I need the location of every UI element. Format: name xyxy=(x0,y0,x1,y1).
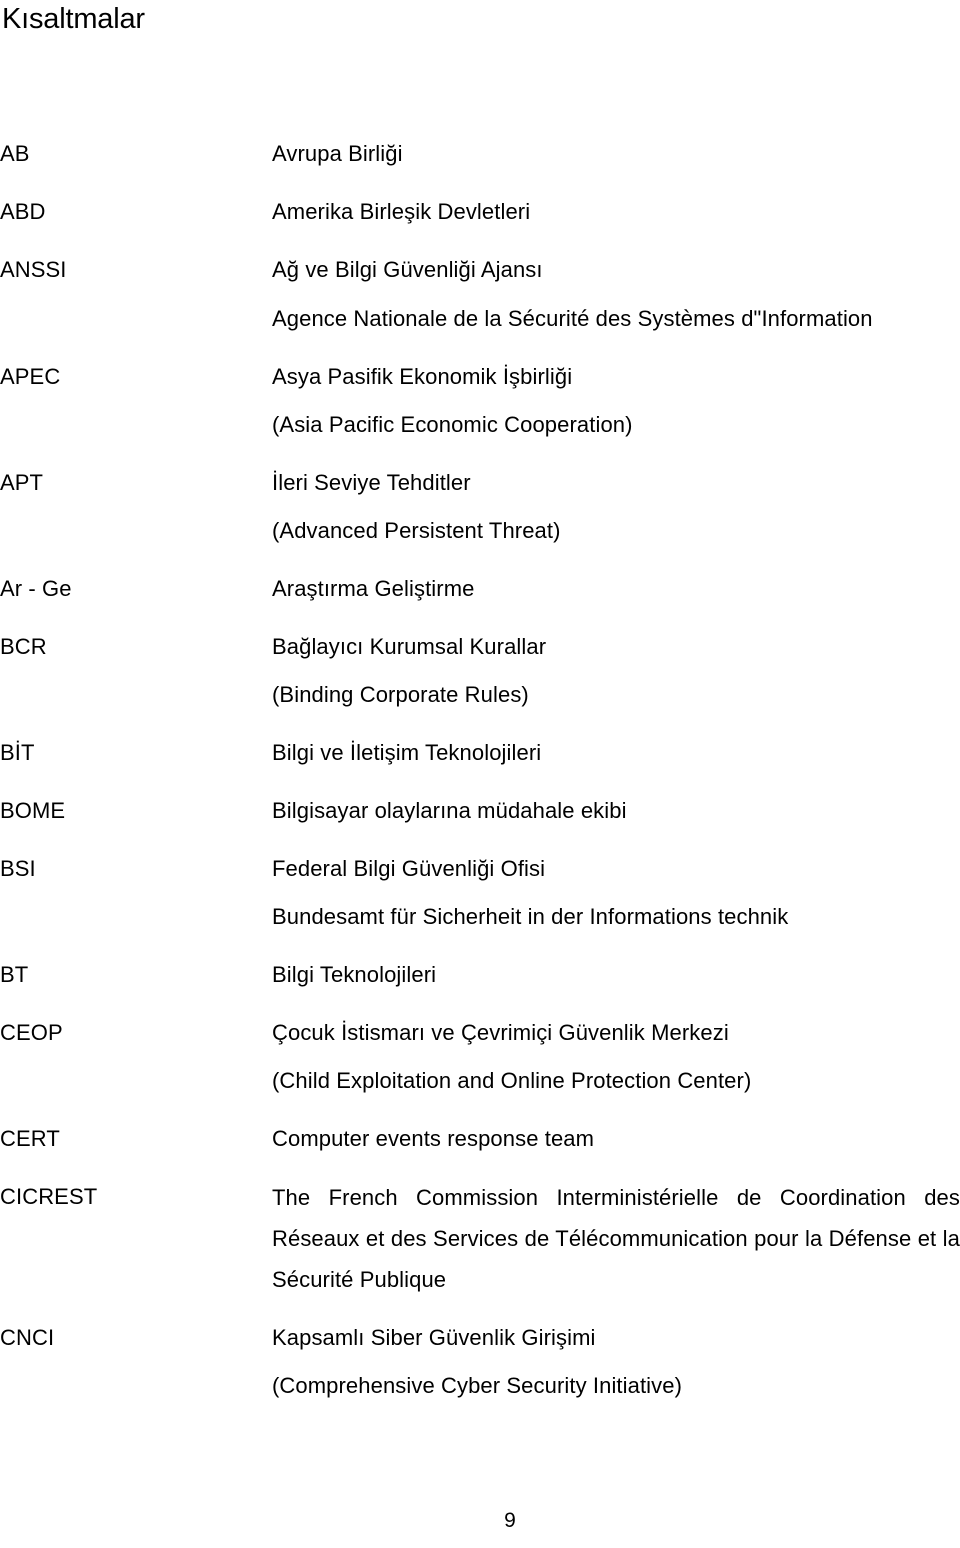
abbreviation-entry-row: CICREST The French Commission Interminist… xyxy=(0,1177,960,1300)
definition-line: Bundesamt für Sicherheit in der Informat… xyxy=(272,904,789,929)
abbreviation-definition: The French Commission Interministérielle… xyxy=(272,1177,960,1300)
abbreviation-term: BSI xyxy=(0,856,36,881)
abbreviation-entry-row: APEC Asya Pasifik Ekonomik İşbirliği (Asia… xyxy=(0,357,960,445)
definition-line: İleri Seviye Tehditler xyxy=(272,470,471,495)
abbreviation-entry-row: ANSSI Ağ ve Bilgi Güvenliği Ajansı Agence … xyxy=(0,250,960,339)
definition-line: Computer events response team xyxy=(272,1126,595,1151)
abbreviation-entry: BSI Federal Bilgi Güvenliği Ofisi Bundesam… xyxy=(0,849,960,937)
abbreviation-term: ANSSI xyxy=(0,257,67,282)
abbreviation-definition: Bilgi Teknolojileri xyxy=(272,955,960,995)
definition-line: Bilgi ve İletişim Teknolojileri xyxy=(272,740,542,765)
definition-line: Kapsamlı Siber Güvenlik Girişimi xyxy=(272,1325,596,1350)
abbreviation-entry-row: BİT Bilgi ve İletişim Teknolojileri xyxy=(0,733,960,773)
abbreviation-definition: Amerika Birleşik Devletleri xyxy=(272,192,960,232)
abbreviation-definition: Araştırma Geliştirme xyxy=(272,569,960,609)
abbreviation-entry: BT Bilgi Teknolojileri xyxy=(0,955,960,995)
abbreviation-definition: Ağ ve Bilgi Güvenliği Ajansı Agence Natio… xyxy=(272,250,960,339)
definition-line: Bilgi Teknolojileri xyxy=(272,962,437,987)
abbreviation-definition: Bilgi ve İletişim Teknolojileri xyxy=(272,733,960,773)
abbreviation-entry: BCR Bağlayıcı Kurumsal Kurallar (Binding C… xyxy=(0,627,960,715)
abbreviation-term: CNCI xyxy=(0,1325,55,1350)
abbreviation-entry: CICREST The French Commission Interminist… xyxy=(0,1177,960,1300)
abbreviation-definition: Bağlayıcı Kurumsal Kurallar (Binding Corp… xyxy=(272,627,960,715)
abbreviation-term: AB xyxy=(0,141,30,166)
abbreviation-entry: ANSSI Ağ ve Bilgi Güvenliği Ajansı Agence … xyxy=(0,250,960,339)
abbreviation-term: CICREST xyxy=(0,1184,98,1209)
abbreviation-term: CEOP xyxy=(0,1020,63,1045)
definition-line: Federal Bilgi Güvenliği Ofisi xyxy=(272,856,546,881)
definition-line: (Binding Corporate Rules) xyxy=(272,682,529,707)
abbreviation-entry-row: ABD Amerika Birleşik Devletleri xyxy=(0,192,960,232)
abbreviation-definition: Computer events response team xyxy=(272,1119,960,1159)
definition-line: Çocuk İstismarı ve Çevrimiçi Güvenlik Me… xyxy=(272,1020,729,1045)
abbreviation-entry-row: BOME Bilgisayar olaylarına müdahale ekibi xyxy=(0,791,960,831)
definition-justified-block: The French Commission Interministérielle… xyxy=(272,1185,960,1292)
definition-line: Bilgisayar olaylarına müdahale ekibi xyxy=(272,798,627,823)
abbreviation-definition: Bilgisayar olaylarına müdahale ekibi xyxy=(272,791,960,831)
definition-line: Ağ ve Bilgi Güvenliği Ajansı xyxy=(272,257,543,282)
abbreviation-term: BCR xyxy=(0,634,47,659)
abbreviation-entry-row: AB Avrupa Birliği xyxy=(0,134,960,174)
abbreviation-entry: Ar - Ge Araştırma Geliştirme xyxy=(0,569,960,609)
abbreviation-entry-row: CEOP Çocuk İstismarı ve Çevrimiçi Güvenli… xyxy=(0,1013,960,1101)
abbreviation-entry-row: APT İleri Seviye Tehditler (Advanced Persi… xyxy=(0,463,960,551)
abbreviation-entry: CNCI Kapsamlı Siber Güvenlik Girişimi (Com… xyxy=(0,1318,960,1406)
definition-line: (Comprehensive Cyber Security Initiative… xyxy=(272,1373,683,1398)
abbreviation-entry-row: BSI Federal Bilgi Güvenliği Ofisi Bundesam… xyxy=(0,849,960,937)
definition-line: Araştırma Geliştirme xyxy=(272,576,475,601)
abbreviation-definition: İleri Seviye Tehditler (Advanced Persiste… xyxy=(272,463,960,551)
abbreviation-entry: BİT Bilgi ve İletişim Teknolojileri xyxy=(0,733,960,773)
abbreviation-entry-row: Ar - Ge Araştırma Geliştirme xyxy=(0,569,960,609)
definition-justified-block: Agence Nationale de la Sécurité des Syst… xyxy=(272,306,873,331)
definition-line: (Advanced Persistent Threat) xyxy=(272,518,561,543)
abbreviation-entry: APT İleri Seviye Tehditler (Advanced Persi… xyxy=(0,463,960,551)
abbreviation-entry: CERT Computer events response team xyxy=(0,1119,960,1159)
definition-line: (Asia Pacific Economic Cooperation) xyxy=(272,412,633,437)
abbreviation-entry-row: BCR Bağlayıcı Kurumsal Kurallar (Binding C… xyxy=(0,627,960,715)
abbreviation-entry-row: BT Bilgi Teknolojileri xyxy=(0,955,960,995)
abbreviation-entry: BOME Bilgisayar olaylarına müdahale ekibi xyxy=(0,791,960,831)
abbreviation-entry: APEC Asya Pasifik Ekonomik İşbirliği (Asia… xyxy=(0,357,960,445)
abbreviation-entry: ABD Amerika Birleşik Devletleri xyxy=(0,192,960,232)
abbreviation-term: BOME xyxy=(0,798,66,823)
abbreviation-definition: Kapsamlı Siber Güvenlik Girişimi (Compreh… xyxy=(272,1318,960,1406)
abbreviation-term: ABD xyxy=(0,199,46,224)
definition-line: Bağlayıcı Kurumsal Kurallar xyxy=(272,634,547,659)
abbreviation-definition: Çocuk İstismarı ve Çevrimiçi Güvenlik Me… xyxy=(272,1013,960,1101)
abbreviation-term: Ar - Ge xyxy=(0,576,72,601)
abbreviation-term: BT xyxy=(0,962,29,987)
definition-line: Amerika Birleşik Devletleri xyxy=(272,199,531,224)
abbreviation-term: APEC xyxy=(0,364,61,389)
abbreviations-list: AB Avrupa Birliği ABD Amerika Birleşik Devl… xyxy=(0,134,960,1406)
abbreviation-term: CERT xyxy=(0,1126,60,1151)
page-title: Kısaltmalar xyxy=(2,3,145,35)
definition-line: (Child Exploitation and Online Protectio… xyxy=(272,1068,752,1093)
abbreviation-entry: AB Avrupa Birliği xyxy=(0,134,960,174)
abbreviation-definition: Federal Bilgi Güvenliği Ofisi Bundesamt f… xyxy=(272,849,960,937)
abbreviation-entry-row: CNCI Kapsamlı Siber Güvenlik Girişimi (Com… xyxy=(0,1318,960,1406)
definition-line: Asya Pasifik Ekonomik İşbirliği xyxy=(272,364,573,389)
definition-line: Avrupa Birliği xyxy=(272,141,403,166)
document-page: Kısaltmalar AB Avrupa Birliği ABD Amerika B… xyxy=(0,0,960,1548)
abbreviation-term: APT xyxy=(0,470,44,495)
abbreviation-term: BİT xyxy=(0,740,35,765)
abbreviation-definition: Asya Pasifik Ekonomik İşbirliği (Asia Pac… xyxy=(272,357,960,445)
abbreviation-definition: Avrupa Birliği xyxy=(272,134,960,174)
abbreviation-entry: CEOP Çocuk İstismarı ve Çevrimiçi Güvenli… xyxy=(0,1013,960,1101)
abbreviation-entry-row: CERT Computer events response team xyxy=(0,1119,960,1159)
page-number: 9 xyxy=(504,1509,516,1532)
